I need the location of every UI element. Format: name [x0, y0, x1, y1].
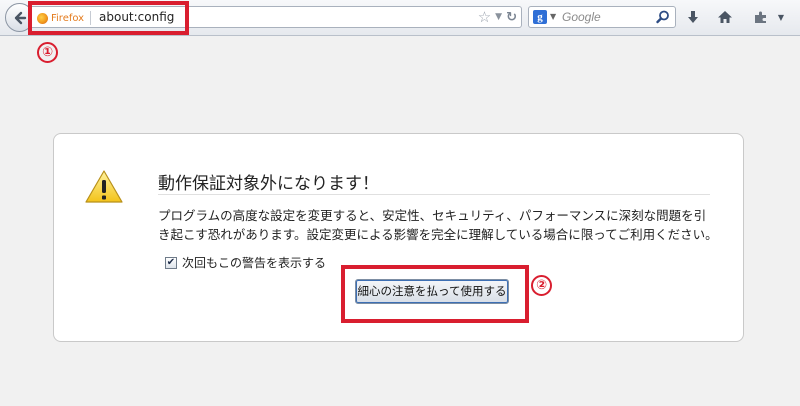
annotation-box-2	[341, 265, 529, 323]
history-dropdown-icon[interactable]: ▼	[495, 12, 502, 22]
title-divider	[158, 194, 710, 195]
bookmark-star-icon[interactable]: ☆	[478, 9, 491, 25]
warning-triangle-icon	[85, 170, 123, 203]
addon-button[interactable]	[749, 6, 773, 28]
reload-icon[interactable]: ↻	[506, 10, 517, 25]
home-button[interactable]	[713, 6, 737, 28]
warning-title: 動作保証対象外になります！	[158, 174, 379, 194]
search-input[interactable]	[562, 9, 652, 25]
menu-button[interactable]: ▼	[774, 6, 788, 28]
show-warning-label[interactable]: 次回もこの警告を表示する	[182, 254, 326, 271]
url-bar-icons: ☆ ▼ ↻	[478, 9, 517, 25]
show-warning-checkbox-row[interactable]: ✔ 次回もこの警告を表示する	[165, 254, 326, 271]
annotation-number-2: ②	[531, 275, 552, 296]
vertical-scrollbar[interactable]	[794, 0, 800, 406]
annotation-box-1	[28, 1, 189, 35]
engine-dropdown-icon[interactable]: ▼	[550, 12, 556, 21]
show-warning-checkbox[interactable]: ✔	[165, 256, 177, 269]
magnifier-icon[interactable]	[655, 9, 671, 25]
warning-body: プログラムの高度な設定を変更すると、安定性、セキュリティ、パフォーマンスに深刻な…	[158, 208, 718, 242]
puzzle-icon	[755, 11, 766, 23]
downloads-button[interactable]	[681, 6, 705, 28]
google-engine-icon[interactable]: g	[533, 10, 547, 24]
annotation-number-1: ①	[37, 42, 58, 63]
download-arrow-icon	[688, 11, 698, 23]
search-bar[interactable]: g ▼	[528, 6, 676, 28]
back-arrow-icon	[14, 11, 26, 24]
menu-dropdown-icon: ▼	[777, 12, 785, 22]
home-icon	[718, 11, 732, 23]
